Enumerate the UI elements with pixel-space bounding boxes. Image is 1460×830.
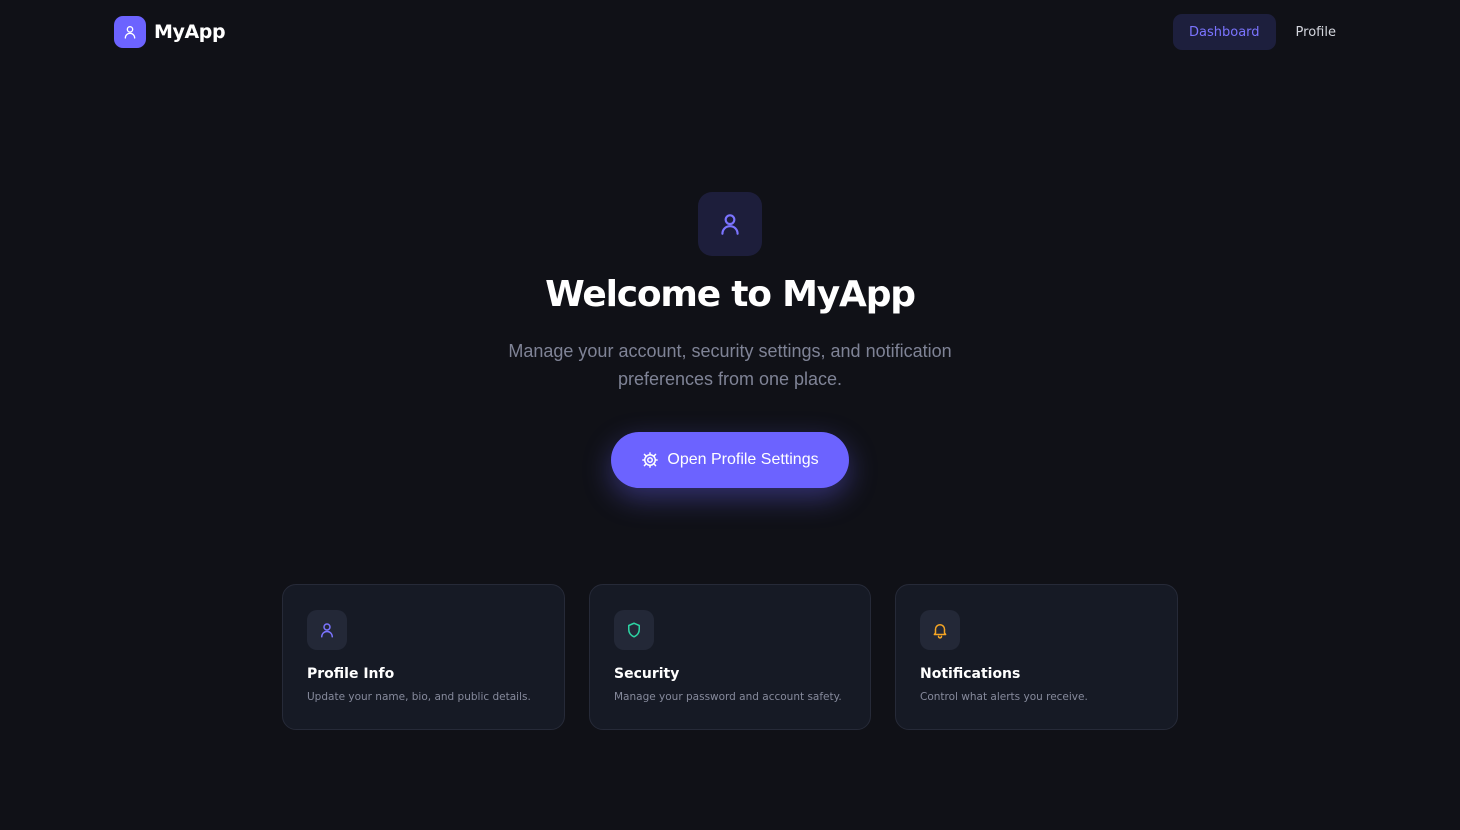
brand[interactable]: MyApp [114,16,226,48]
bell-icon [933,624,947,639]
card-icon-badge [614,610,654,650]
card-icon-badge [920,610,960,650]
page-title: Welcome to MyApp [545,274,916,315]
cta-label: Open Profile Settings [667,451,819,468]
card-title: Profile Info [307,666,395,682]
card-description: Manage your password and account safety. [614,691,842,703]
shield-icon [628,622,640,638]
card-profile-info[interactable]: Profile Info Update your name, bio, and … [282,584,565,730]
card-notifications[interactable]: Notifications Control what alerts you re… [895,584,1178,730]
nav-link-dashboard[interactable]: Dashboard [1173,14,1276,50]
brand-name: MyApp [154,21,226,43]
card-icon-badge [307,610,347,650]
top-navbar: MyApp Dashboard Profile [0,0,1460,64]
hero-icon-badge [698,192,762,256]
user-icon [721,214,739,235]
gear-icon [642,452,659,468]
user-icon [124,26,136,39]
page-subtitle: Manage your account, security settings, … [508,341,952,389]
card-title: Security [614,666,680,682]
user-icon [321,623,333,638]
open-profile-settings-button[interactable]: Open Profile Settings [611,432,849,488]
nav-links: Dashboard Profile [1173,14,1352,50]
brand-logo [114,16,146,48]
nav-link-profile[interactable]: Profile [1280,14,1352,50]
card-description: Control what alerts you receive. [920,691,1088,703]
card-description: Update your name, bio, and public detail… [307,691,531,703]
card-security[interactable]: Security Manage your password and accoun… [589,584,871,730]
card-title: Notifications [920,666,1021,682]
